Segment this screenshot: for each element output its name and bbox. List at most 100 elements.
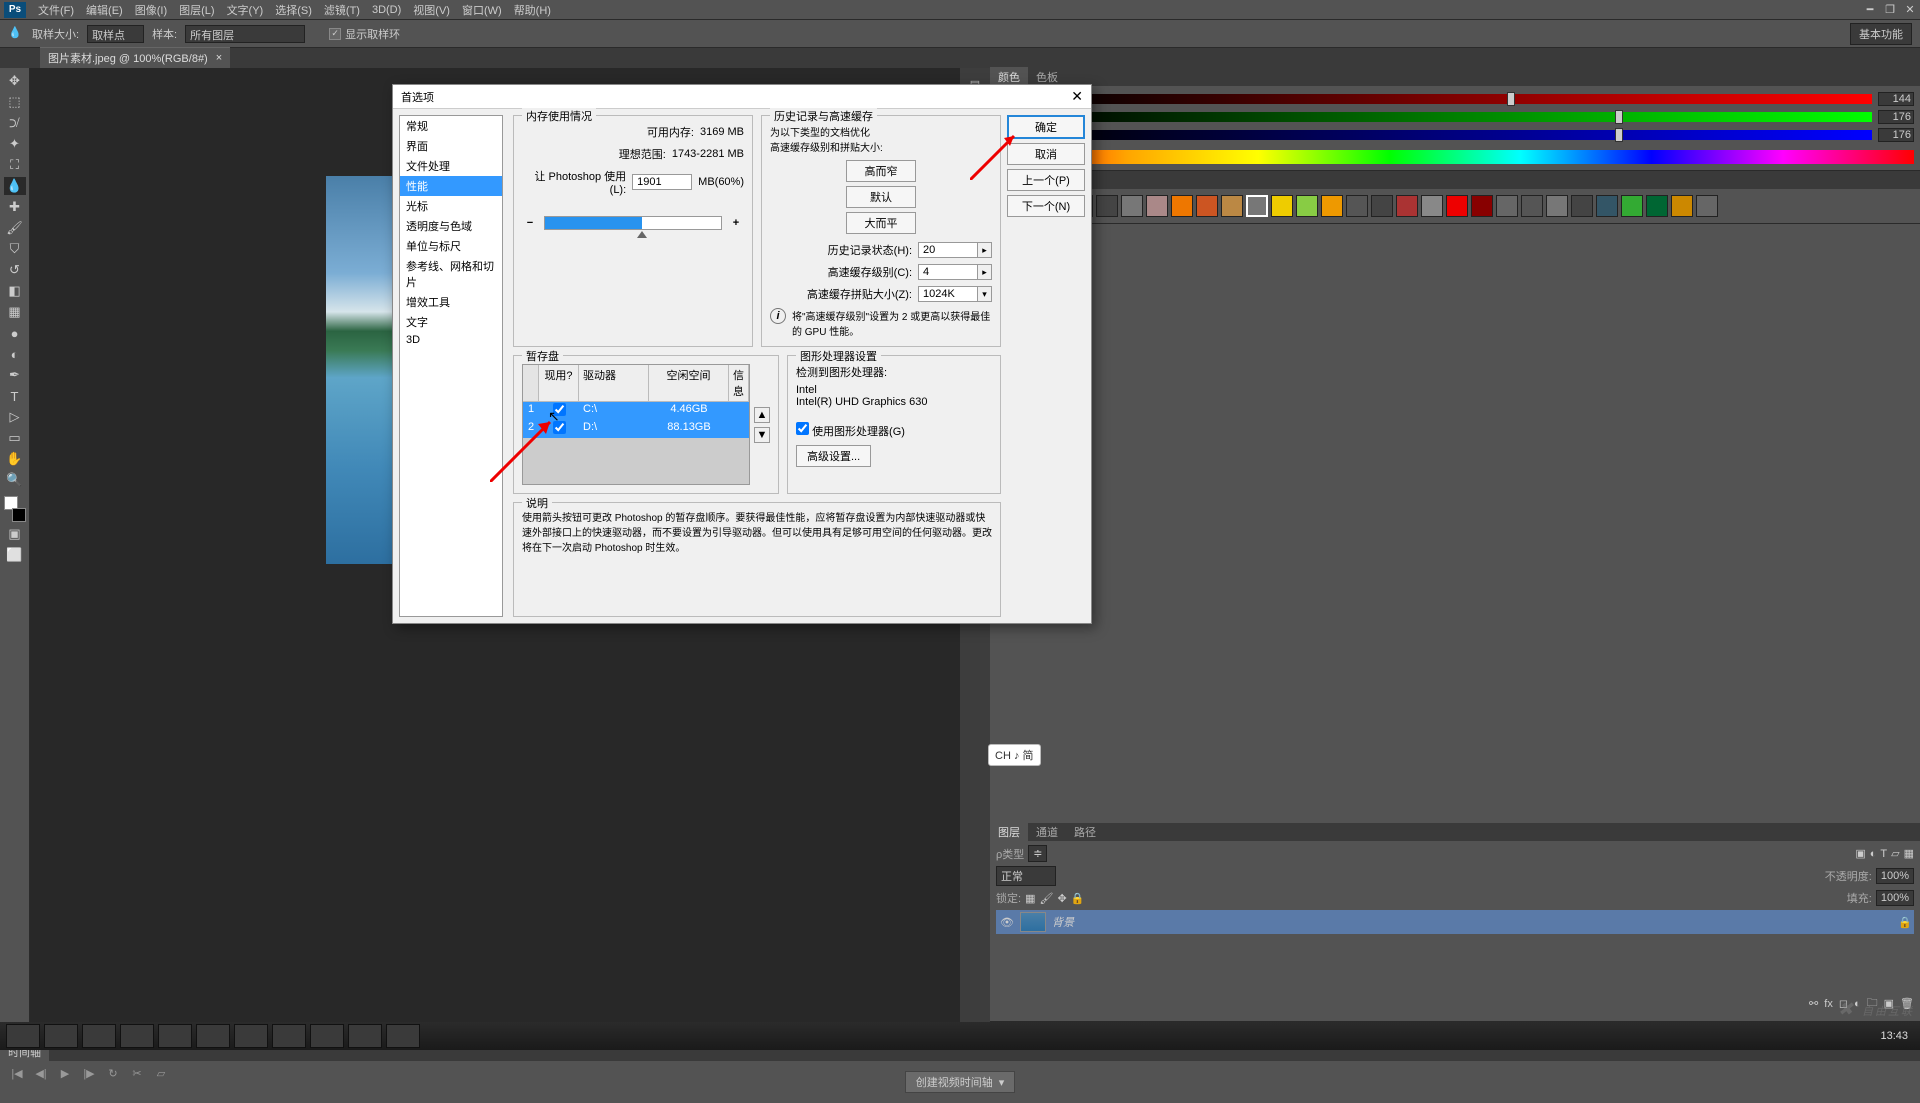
ok-button[interactable]: 确定 [1007,115,1085,139]
style-swatch[interactable] [1121,195,1143,217]
sidebar-item-interface[interactable]: 界面 [400,136,502,156]
filter-shape-icon[interactable]: ▱ [1891,847,1899,860]
lock-all-icon[interactable]: 🔒 [1071,892,1085,905]
filter-type-icon[interactable]: T [1880,848,1887,860]
blur-tool-icon[interactable]: ● [4,324,26,342]
filter-img-icon[interactable]: ▣ [1855,847,1865,860]
menu-type[interactable]: 文字(Y) [221,0,270,20]
close-icon[interactable]: ✕ [1901,2,1919,18]
scratch-active-checkbox[interactable] [553,421,566,434]
menu-help[interactable]: 帮助(H) [508,0,557,20]
menu-3d[interactable]: 3D(D) [366,2,407,18]
restore-icon[interactable]: ❐ [1881,2,1899,18]
taskbar-app[interactable] [82,1024,116,1048]
taskbar-app[interactable] [196,1024,230,1048]
cache-levels-input[interactable] [918,264,978,280]
menu-select[interactable]: 选择(S) [269,0,318,20]
advanced-settings-button[interactable]: 高级设置... [796,445,871,467]
style-swatch[interactable] [1596,195,1618,217]
color-swatch[interactable] [4,496,26,522]
rewind-icon[interactable]: |◀ [8,1065,26,1081]
style-swatch[interactable] [1246,195,1268,217]
memory-slider[interactable]: − + [522,216,744,230]
minus-icon[interactable]: − [522,217,538,229]
next-frame-icon[interactable]: |▶ [80,1065,98,1081]
menu-filter[interactable]: 滤镜(T) [318,0,366,20]
style-swatch[interactable] [1346,195,1368,217]
style-swatch[interactable] [1421,195,1443,217]
visibility-icon[interactable]: 👁 [1000,916,1014,929]
move-down-icon[interactable]: ▼ [754,427,770,443]
menu-window[interactable]: 窗口(W) [456,0,508,20]
lasso-tool-icon[interactable]: ⟉ [4,114,26,132]
style-swatch[interactable] [1171,195,1193,217]
sidebar-item-general[interactable]: 常规 [400,116,502,136]
sidebar-item-plugins[interactable]: 增效工具 [400,292,502,312]
fx-icon[interactable]: fx [1824,998,1833,1010]
style-swatch[interactable] [1146,195,1168,217]
scratch-active-checkbox[interactable] [553,403,566,416]
tab-paths[interactable]: 路径 [1066,822,1104,842]
sidebar-item-type[interactable]: 文字 [400,312,502,332]
style-swatch[interactable] [1296,195,1318,217]
style-swatch[interactable] [1396,195,1418,217]
style-swatch[interactable] [1571,195,1593,217]
show-ring-checkbox[interactable]: ✓ 显示取样环 [329,26,400,42]
sample-size-select[interactable]: 取样点 [87,25,144,43]
preset-wide-button[interactable]: 大而平 [846,212,916,234]
style-swatch[interactable] [1271,195,1293,217]
tab-layers[interactable]: 图层 [990,822,1028,842]
taskbar-clock[interactable]: 13:43 [1874,1030,1914,1042]
cut-icon[interactable]: ✂ [128,1065,146,1081]
move-tool-icon[interactable]: ✥ [4,72,26,90]
menu-edit[interactable]: 编辑(E) [80,0,129,20]
minimize-icon[interactable]: ━ [1861,2,1879,18]
taskbar-app[interactable] [44,1024,78,1048]
r-value[interactable]: 144 [1878,92,1914,106]
loop-icon[interactable]: ↻ [104,1065,122,1081]
style-swatch[interactable] [1471,195,1493,217]
style-swatch[interactable] [1221,195,1243,217]
pen-tool-icon[interactable]: ✒ [4,366,26,384]
crop-tool-icon[interactable]: ⛶ [4,156,26,174]
style-swatch[interactable] [1521,195,1543,217]
style-swatch[interactable] [1196,195,1218,217]
hue-strip[interactable] [996,150,1914,164]
style-swatch[interactable] [1446,195,1468,217]
marquee-tool-icon[interactable]: ⬚ [4,93,26,111]
lock-trans-icon[interactable]: ▦ [1025,892,1035,905]
use-gpu-checkbox[interactable]: 使用图形处理器(G) [796,426,905,438]
dodge-tool-icon[interactable]: ◐ [4,345,26,363]
sample-layers-select[interactable]: 所有图层 [185,25,305,43]
history-brush-icon[interactable]: ↺ [4,261,26,279]
transition-icon[interactable]: ▱ [152,1065,170,1081]
workspace-chip[interactable]: 基本功能 [1850,23,1912,45]
menu-file[interactable]: 文件(F) [32,0,80,20]
sidebar-item-performance[interactable]: 性能 [400,176,502,196]
eyedropper-tool-icon[interactable]: 💧 [4,177,26,195]
style-swatch[interactable] [1696,195,1718,217]
taskbar-app[interactable] [120,1024,154,1048]
screenmode-icon[interactable]: ⬜ [4,546,26,564]
lock-move-icon[interactable]: ✥ [1057,892,1066,905]
b-value[interactable]: 176 [1878,128,1914,142]
quickmask-icon[interactable]: ▣ [4,525,26,543]
taskbar-app[interactable] [310,1024,344,1048]
blend-mode-select[interactable]: 正常 [996,866,1056,886]
plus-icon[interactable]: + [728,217,744,229]
menu-layer[interactable]: 图层(L) [173,0,220,20]
sidebar-item-transparency[interactable]: 透明度与色域 [400,216,502,236]
chevron-down-icon[interactable]: ▾ [978,286,992,302]
filter-adj-icon[interactable]: ◐ [1870,848,1877,860]
sidebar-item-units[interactable]: 单位与标尺 [400,236,502,256]
gradient-tool-icon[interactable]: ▦ [4,303,26,321]
stepper-icon[interactable]: ▸ [978,242,992,258]
taskbar-app[interactable] [386,1024,420,1048]
style-swatch[interactable] [1546,195,1568,217]
g-value[interactable]: 176 [1878,110,1914,124]
stepper-icon[interactable]: ▸ [978,264,992,280]
fill-value[interactable]: 100% [1876,890,1914,906]
create-video-timeline-button[interactable]: 创建视频时间轴▾ [905,1071,1016,1093]
style-swatch[interactable] [1321,195,1343,217]
play-icon[interactable]: ▶ [56,1065,74,1081]
